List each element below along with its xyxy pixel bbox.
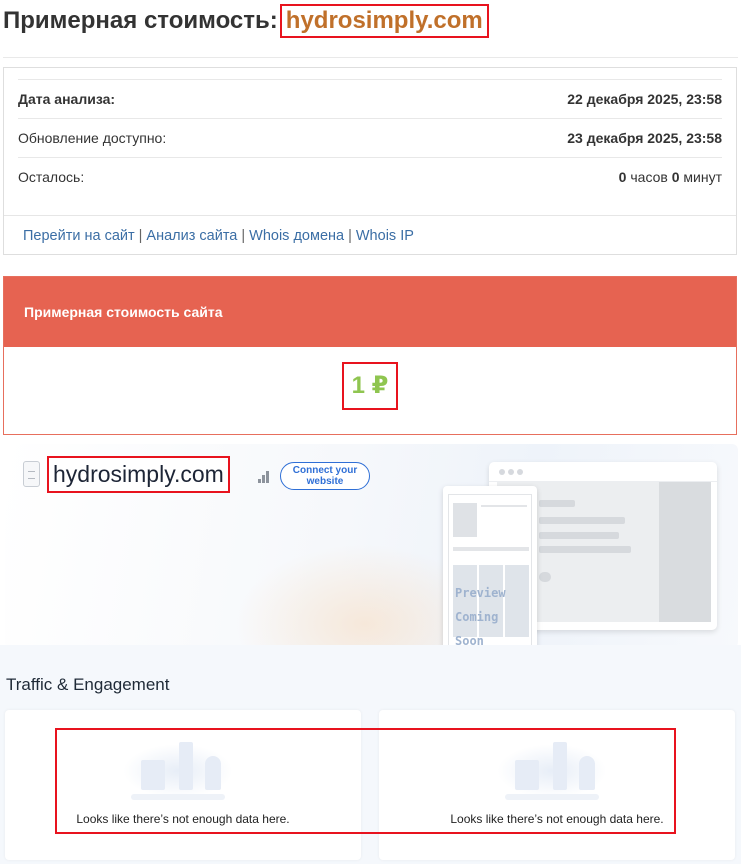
whois-ip-link[interactable]: Whois IP: [356, 228, 414, 244]
analysis-date-value: 22 декабря 2025, 23:58: [567, 91, 722, 107]
traffic-title: Traffic & Engagement: [6, 675, 170, 694]
title-divider: [3, 57, 738, 58]
update-label: Обновление доступно:: [18, 130, 167, 146]
update-row: Обновление доступно: 23 декабря 2025, 23…: [18, 118, 722, 157]
site-links: Перейти на сайт | Анализ сайта | Whois домен…: [23, 228, 414, 244]
link-separator: |: [138, 228, 143, 244]
signal-bars-icon: [258, 471, 272, 483]
update-value: 23 декабря 2025, 23:58: [567, 130, 722, 146]
analysis-date-row: Дата анализа: 22 декабря 2025, 23:58: [18, 79, 722, 118]
document-icon: [23, 461, 40, 487]
links-divider: [4, 215, 736, 216]
mobile-preview-mockup: Preview Coming Soon: [443, 486, 537, 664]
site-analysis-link[interactable]: Анализ сайта: [146, 228, 237, 244]
connect-website-button[interactable]: Connect your website: [280, 462, 370, 490]
price-value: 1 ₽: [342, 362, 398, 410]
preview-domain: hydrosimply.com: [47, 456, 230, 493]
price-header: Примерная стоимость сайта: [4, 277, 736, 347]
highlight-frame: [55, 728, 676, 834]
remaining-label: Осталось:: [18, 169, 85, 185]
remaining-value: 0 часов 0 минут: [619, 169, 722, 185]
link-separator: |: [241, 228, 246, 244]
page-title: Примерная стоимость: hydrosimply.com: [3, 4, 489, 38]
remaining-minutes-unit: минут: [683, 169, 722, 185]
remaining-row: Осталось: 0 часов 0 минут: [18, 157, 722, 196]
link-separator: |: [348, 228, 352, 244]
page-title-prefix: Примерная стоимость:: [3, 7, 278, 34]
analysis-info-card: Дата анализа: 22 декабря 2025, 23:58 Обн…: [3, 67, 737, 255]
remaining-minutes-num: 0: [671, 169, 680, 185]
whois-domain-link[interactable]: Whois домена: [249, 228, 344, 244]
coming-soon-text: Preview Coming Soon: [455, 586, 506, 648]
goto-site-link[interactable]: Перейти на сайт: [23, 228, 135, 244]
analysis-date-label: Дата анализа:: [18, 91, 116, 107]
remaining-hours-num: 0: [618, 169, 627, 185]
remaining-hours-unit: часов: [630, 169, 668, 185]
page-title-domain: hydrosimply.com: [279, 4, 489, 38]
price-card: Примерная стоимость сайта 1 ₽: [3, 276, 737, 435]
